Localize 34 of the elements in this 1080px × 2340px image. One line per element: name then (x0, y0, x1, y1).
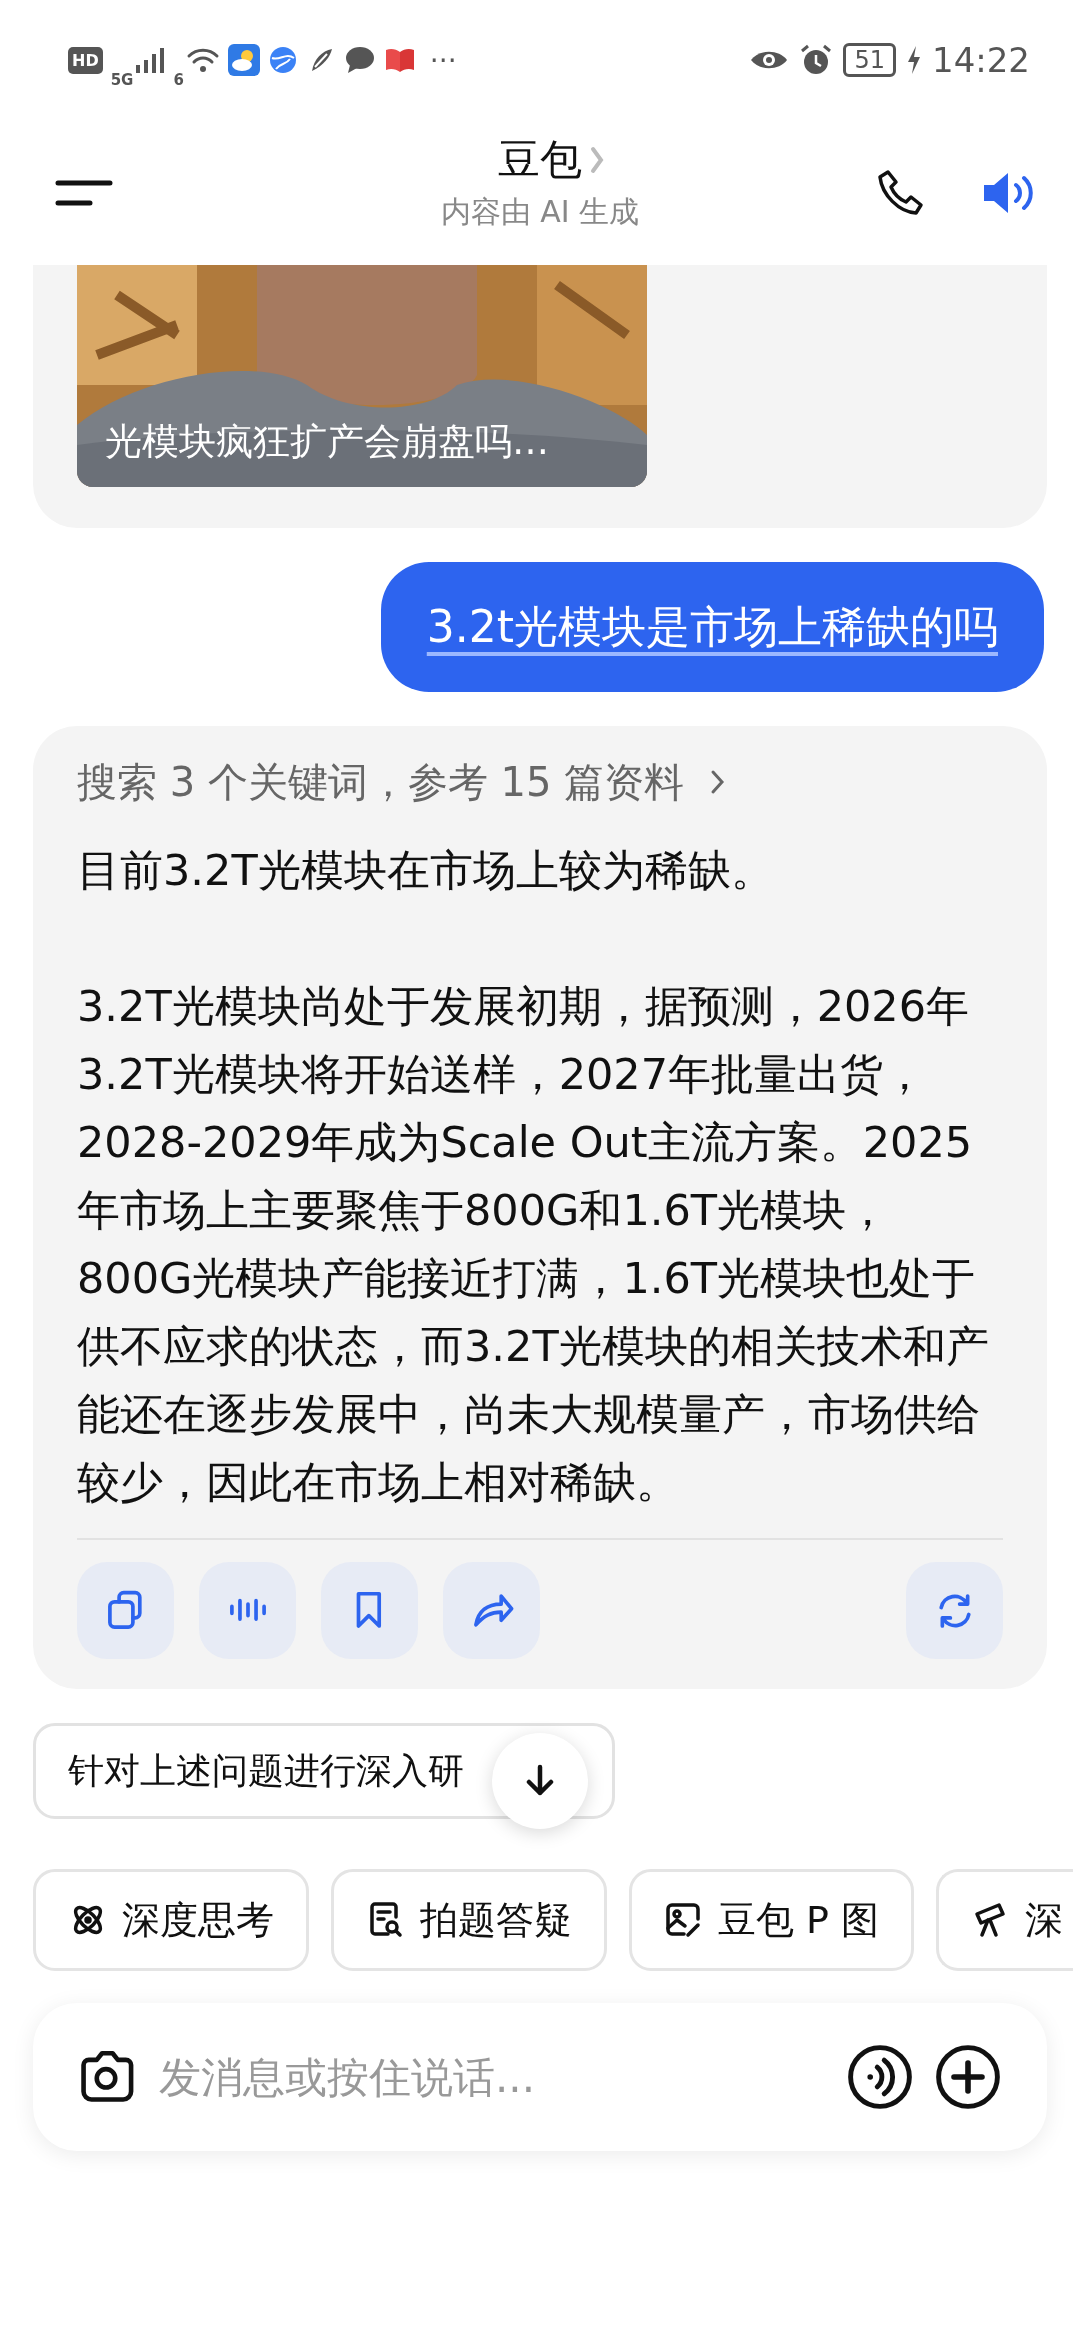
search-summary-link[interactable]: 搜索 3 个关键词，参考 15 篇资料 (77, 754, 1003, 810)
chat-icon (343, 45, 376, 75)
more-indicator: ··· (429, 43, 457, 77)
share-button[interactable] (443, 1562, 540, 1659)
ai-disclaimer: 内容由 AI 生成 (440, 193, 640, 231)
bookmark-button[interactable] (321, 1562, 418, 1659)
voice-icon[interactable] (845, 2042, 915, 2112)
wifi-label: 6 (173, 71, 184, 89)
network-label: 5G (110, 71, 134, 89)
phone-icon[interactable] (876, 167, 926, 218)
read-aloud-button[interactable] (199, 1562, 296, 1659)
answer-paragraph: 3.2T光模块尚处于发展初期，据预测，2026年3.2T光模块将开始送样，2027年批量出货，2028-2029年成为Scale Out主流方案。2025年市场上主要聚焦于800G和1.6T光模块，800G光模块产能接近打满，1.6T光模块也处于供不应求的状态，而3.2T光模块的相关技术和产能还在逐步发展中，尚未大规模量产，市场供给较少，因此在市场上相对稀缺。 (77, 980, 990, 1509)
video-caption: 光模块疯狂扩产会崩盘吗… (105, 419, 549, 465)
clock-time: 14:22 (932, 40, 1030, 80)
weather-app-icon (227, 44, 260, 76)
tool-chip[interactable]: 拍题答疑 (331, 1869, 607, 1971)
tool-chip[interactable]: 深 (936, 1869, 1074, 1971)
chat-title[interactable]: 豆包 (498, 132, 582, 188)
signal-icon (135, 45, 166, 75)
hd-badge: HD (68, 46, 103, 74)
answer-paragraph: 目前3.2T光模块在市场上较为稀缺。 (77, 844, 775, 897)
book-icon (383, 46, 416, 74)
regenerate-button[interactable] (906, 1562, 1003, 1659)
tool-chip[interactable]: 豆包 P 图 (629, 1869, 915, 1971)
add-icon[interactable] (933, 2042, 1003, 2112)
message-input[interactable]: 发消息或按住说话... (157, 2051, 827, 2103)
alarm-icon (799, 43, 834, 77)
tool-chip[interactable]: 深度思考 (33, 1869, 309, 1971)
battery-indicator: 51 (843, 43, 896, 77)
copy-button[interactable] (77, 1562, 174, 1659)
globe-icon (267, 45, 298, 75)
charging-icon (906, 45, 922, 75)
user-message: 3.2t光模块是市场上稀缺的吗 (380, 562, 1044, 692)
chevron-right-icon (710, 768, 727, 796)
